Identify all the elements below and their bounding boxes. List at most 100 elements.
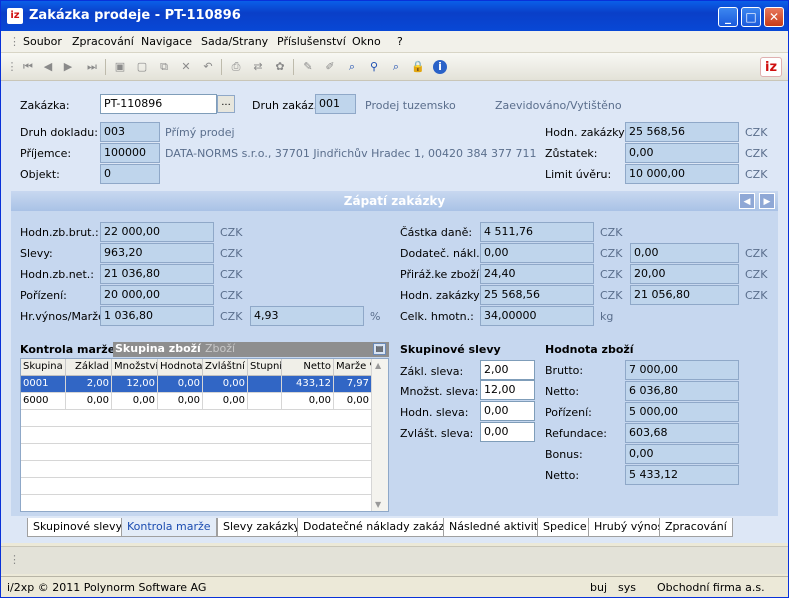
tab-nasledne-aktivity[interactable]: Následné aktivity xyxy=(443,518,551,537)
menu-help[interactable]: ? xyxy=(397,35,403,48)
mnozst-sleva-input[interactable]: 12,00 xyxy=(480,380,535,400)
scroll-up-icon[interactable]: ▲ xyxy=(375,361,381,370)
hodn-zak-value-2: 21 056,80 xyxy=(630,285,739,305)
export-icon[interactable]: ⇄ xyxy=(251,60,265,74)
col-mnozstvi[interactable]: Množství xyxy=(112,359,158,376)
tab-hruby-vynos[interactable]: Hrubý výnos xyxy=(588,518,670,537)
menu-okno[interactable]: Okno xyxy=(352,35,381,48)
print-icon[interactable]: ⎙ xyxy=(229,60,243,74)
menu-soubor[interactable]: Soubor xyxy=(23,35,62,48)
refundace-value: 603,68 xyxy=(625,423,739,443)
prijemce-value: 100000 xyxy=(100,143,160,163)
col-stupni[interactable]: Stupni xyxy=(248,359,282,376)
zvlast-sleva-input[interactable]: 0,00 xyxy=(480,422,535,442)
settings-icon[interactable]: ✿ xyxy=(273,60,287,74)
tab-spedice[interactable]: Spedice xyxy=(537,518,593,537)
slevy-label: Slevy: xyxy=(20,247,53,260)
druh-dokladu-value: 003 xyxy=(100,122,160,142)
menu-navigace[interactable]: Navigace xyxy=(141,35,192,48)
scroll-down-icon[interactable]: ▼ xyxy=(375,500,381,509)
bonus-label: Bonus: xyxy=(545,448,583,461)
zakazka-input[interactable]: PT-110896 xyxy=(100,94,217,114)
kontrola-tab-strip: Skupina zboží Zboží ▤ xyxy=(113,342,389,357)
brand-logo-icon: iz xyxy=(760,57,782,77)
search-icon[interactable]: ⌕ xyxy=(345,60,359,74)
close-button[interactable]: ✕ xyxy=(764,7,784,27)
bottom-tabs: Skupinové slevy Kontrola marže Slevy zak… xyxy=(11,518,778,538)
table-row[interactable]: 6000 0,00 0,00 0,00 0,00 0,00 0,00 xyxy=(21,393,372,410)
col-netto[interactable]: Netto xyxy=(282,359,334,376)
zakazka-lookup-button[interactable]: ... xyxy=(217,95,235,113)
cell: 0,00 xyxy=(158,376,203,393)
hodn-zak-label: Hodn. zakázky: xyxy=(400,289,483,302)
prirazke-label: Přiráž.ke zboží: xyxy=(400,268,483,281)
cell: 0,00 xyxy=(203,393,248,410)
brutto-value: 7 000,00 xyxy=(625,360,739,380)
zakl-sleva-input[interactable]: 2,00 xyxy=(480,360,535,380)
panel-header: Zápatí zakázky ◀ ▶ xyxy=(11,191,778,211)
prirazke-value: 24,40 xyxy=(480,264,594,284)
zoom-icon[interactable]: ⌕ xyxy=(389,60,403,74)
next-icon[interactable]: ▶ xyxy=(61,60,75,74)
menu-prislusenstvi[interactable]: Příslušenství xyxy=(277,35,346,48)
toolbar-grip-icon: ⋮ xyxy=(6,60,18,73)
menu-sada-strany[interactable]: Sada/Strany xyxy=(201,35,268,48)
info-icon[interactable]: i xyxy=(433,60,447,74)
edit2-icon[interactable]: ✐ xyxy=(323,60,337,74)
tab-dodatecne-naklady[interactable]: Dodatečné náklady zakázky xyxy=(297,518,463,537)
tab-zbozi[interactable]: Zboží xyxy=(205,342,235,355)
hodn-sleva-input[interactable]: 0,00 xyxy=(480,401,535,421)
copy-icon[interactable]: ⧉ xyxy=(157,60,171,74)
panel-next-icon[interactable]: ▶ xyxy=(759,193,775,209)
col-zvlastni[interactable]: Zvláštní xyxy=(203,359,248,376)
tab-skupinove-slevy[interactable]: Skupinové slevy xyxy=(27,518,129,537)
panel-prev-icon[interactable]: ◀ xyxy=(739,193,755,209)
lock-icon[interactable]: 🔒 xyxy=(411,60,425,74)
menu-zpracovani[interactable]: Zpracování xyxy=(72,35,134,48)
col-skupina[interactable]: Skupina xyxy=(21,359,66,376)
col-hodnota[interactable]: Hodnota xyxy=(158,359,203,376)
currency-label: CZK xyxy=(220,310,243,323)
col-zaklad[interactable]: Základ xyxy=(66,359,112,376)
hodn-brut-label: Hodn.zb.brut.: xyxy=(20,226,99,239)
grid-scrollbar[interactable]: ▲ ▼ xyxy=(371,359,388,511)
porizeni-label: Pořízení: xyxy=(545,406,592,419)
undo-icon[interactable]: ↶ xyxy=(201,60,215,74)
tab-zpracovani[interactable]: Zpracování xyxy=(659,518,733,537)
col-marze[interactable]: Marže % xyxy=(334,359,372,376)
table-row[interactable]: 0001 2,00 12,00 0,00 0,00 433,12 7,97 xyxy=(21,376,372,393)
first-icon[interactable]: ⏮ xyxy=(21,60,35,74)
grid-empty-rows xyxy=(21,410,372,511)
marze-value: 1 036,80 xyxy=(100,306,214,326)
hodn-sleva-label: Hodn. sleva: xyxy=(400,406,469,419)
cell: 12,00 xyxy=(112,376,158,393)
tab-skupina-zbozi[interactable]: Skupina zboží xyxy=(115,342,201,355)
limit-label: Limit úvěru: xyxy=(545,168,612,181)
currency-label: CZK xyxy=(600,289,623,302)
edit-icon[interactable]: ✎ xyxy=(301,60,315,74)
currency-label: CZK xyxy=(745,289,768,302)
last-icon[interactable]: ⏭ xyxy=(85,60,99,74)
title-bar[interactable]: iz Zakázka prodeje - PT-110896 _ □ ✕ xyxy=(1,1,788,31)
skup-slevy-title: Skupinové slevy xyxy=(400,343,501,356)
find-icon[interactable]: ⚲ xyxy=(367,60,381,74)
brutto-label: Brutto: xyxy=(545,364,584,377)
maximize-button[interactable]: □ xyxy=(741,7,761,27)
tab-kontrola-marze[interactable]: Kontrola marže xyxy=(121,518,217,537)
tab-slevy-zakazky[interactable]: Slevy zakázky xyxy=(217,518,307,537)
kontrola-grid: Skupina Základ Množství Hodnota Zvláštní… xyxy=(20,358,389,512)
mnozst-sleva-label: Množst. sleva: xyxy=(400,385,479,398)
save-icon[interactable]: ▣ xyxy=(113,60,127,74)
kontrola-title: Kontrola marže xyxy=(20,343,116,356)
grid-config-icon[interactable]: ▤ xyxy=(373,343,386,355)
minimize-button[interactable]: _ xyxy=(718,7,738,27)
zvlast-sleva-label: Zvlášt. sleva: xyxy=(400,427,474,440)
currency-label: CZK xyxy=(600,247,623,260)
new-icon[interactable]: ▢ xyxy=(135,60,149,74)
prev-icon[interactable]: ◀ xyxy=(41,60,55,74)
delete-icon[interactable]: ✕ xyxy=(179,60,193,74)
prijemce-label: Příjemce: xyxy=(20,147,72,160)
cell: 0,00 xyxy=(158,393,203,410)
main-window: iz Zakázka prodeje - PT-110896 _ □ ✕ ⋮ S… xyxy=(0,0,789,598)
objekt-label: Objekt: xyxy=(20,168,60,181)
